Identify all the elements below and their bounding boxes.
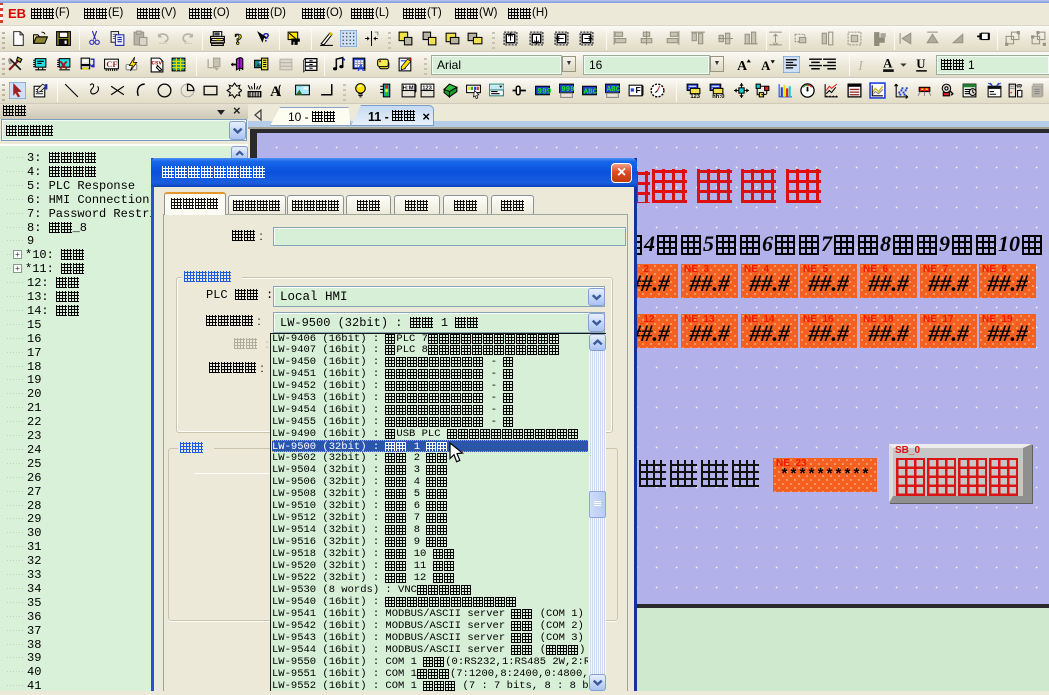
svg-text:A: A <box>737 58 747 73</box>
svg-text:csv: csv <box>151 60 162 67</box>
svg-text:123: 123 <box>690 94 700 99</box>
svg-text:U: U <box>916 57 925 71</box>
svg-text:?: ? <box>234 31 242 47</box>
svg-text:A: A <box>883 57 893 71</box>
svg-text:ABC: ABC <box>584 88 598 96</box>
svg-text:F: F <box>636 85 641 95</box>
svg-text:A: A <box>761 59 771 73</box>
svg-text:hh:01: hh:01 <box>712 94 725 99</box>
svg-text:I: I <box>857 58 864 73</box>
svg-text:999: 999 <box>537 87 551 96</box>
svg-text:?: ? <box>262 32 269 45</box>
svg-text:CF: CF <box>106 59 117 69</box>
svg-text:A: A <box>357 63 364 73</box>
